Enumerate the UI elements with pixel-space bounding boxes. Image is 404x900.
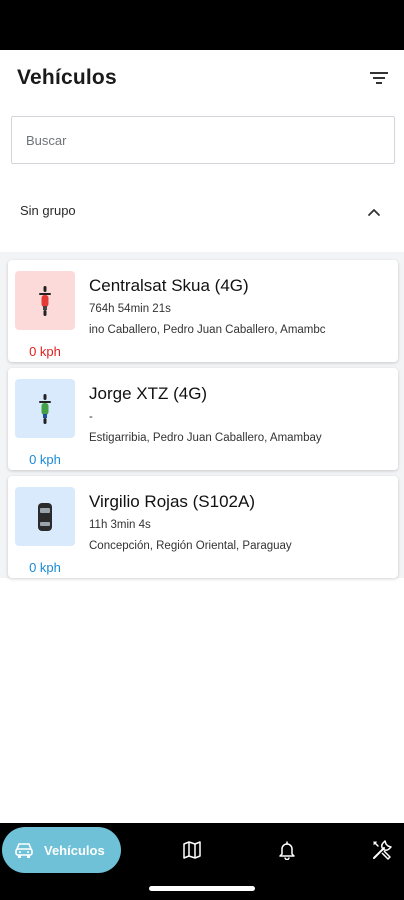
filter-icon [370,72,388,84]
map-icon [183,841,201,859]
vehicle-card[interactable]: 0 kph Jorge XTZ (4G) - Estigarribia, Ped… [8,368,398,470]
page-title: Vehículos [17,66,117,89]
vehicle-thumbnail [15,271,75,330]
tools-icon [373,840,392,860]
app-header: Vehículos [0,50,404,106]
vehicle-name: Jorge XTZ (4G) [89,384,208,403]
vehicle-thumbnail [15,379,75,438]
vehicle-card[interactable]: 0 kph Virgilio Rojas (S102A) 11h 3min 4s… [8,476,398,578]
motorcycle-red-icon [39,285,51,316]
car-icon [38,502,52,531]
vehicles-icon [15,843,33,858]
vehicle-thumbnail [15,487,75,546]
nav-vehicles-tab[interactable]: Vehículos [2,827,121,873]
vehicle-name: Centralsat Skua (4G) [89,276,249,295]
vehicle-speed: 0 kph [29,560,61,575]
bottom-navigation: Vehículos [0,823,404,900]
status-bar [0,0,404,50]
group-toggle[interactable]: Sin grupo [0,190,404,234]
vehicle-time: 764h 54min 21s [89,303,171,315]
vehicle-address: Estigarribia, Pedro Juan Caballero, Amam… [89,432,322,444]
nav-alerts-tab[interactable] [275,838,299,862]
vehicle-time: - [89,411,93,423]
bell-icon [279,841,295,860]
motorcycle-green-icon [39,393,51,424]
nav-tools-tab[interactable] [370,838,394,862]
vehicle-card[interactable]: 0 kph Centralsat Skua (4G) 764h 54min 21… [8,260,398,362]
vehicle-speed: 0 kph [29,344,61,359]
vehicle-address: Concepción, Región Oriental, Paraguay [89,540,292,552]
group-label: Sin grupo [20,203,76,218]
search-input[interactable] [11,116,395,164]
vehicle-time: 11h 3min 4s [89,519,151,531]
vehicle-list: 0 kph Centralsat Skua (4G) 764h 54min 21… [0,252,404,578]
nav-map-tab[interactable] [180,838,204,862]
nav-vehicles-label: Vehículos [44,842,105,858]
home-indicator [149,886,255,891]
vehicle-speed: 0 kph [29,452,61,467]
vehicle-address: ino Caballero, Pedro Juan Caballero, Ama… [89,324,326,336]
vehicle-name: Virgilio Rojas (S102A) [89,492,255,511]
chevron-up-icon [368,209,380,216]
filter-button[interactable] [366,66,392,90]
